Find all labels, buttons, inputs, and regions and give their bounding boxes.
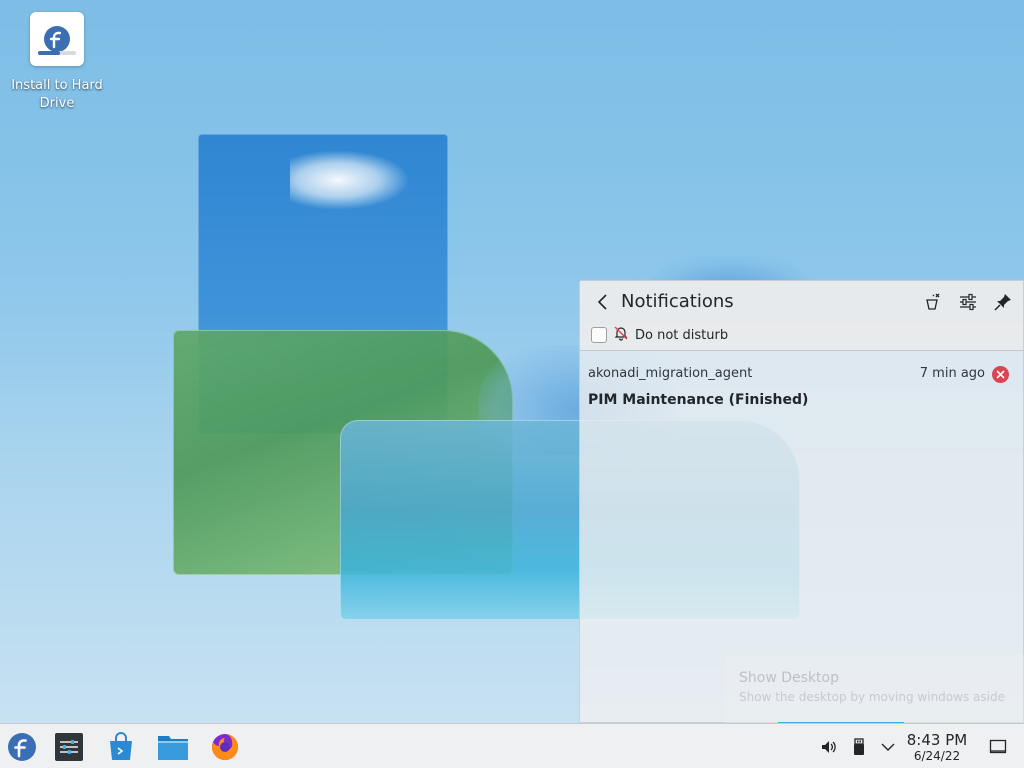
close-icon[interactable] xyxy=(992,366,1009,383)
digital-clock[interactable]: 8:43 PM 6/24/22 xyxy=(901,731,973,764)
desktop-icon-install[interactable]: Install to Hard Drive xyxy=(8,12,106,113)
notification-app-name: akonadi_migration_agent xyxy=(588,366,753,381)
notifications-title: Notifications xyxy=(621,291,734,312)
do-not-disturb-label: Do not disturb xyxy=(635,327,729,343)
tooltip-title: Show Desktop xyxy=(739,670,839,686)
show-desktop-icon[interactable] xyxy=(988,737,1008,757)
fedora-installer-icon xyxy=(30,12,84,66)
settings-sliders-icon[interactable] xyxy=(52,730,86,764)
do-not-disturb-row[interactable]: Do not disturb xyxy=(591,325,728,345)
notification-time: 7 min ago xyxy=(919,366,985,381)
chevron-down-icon[interactable] xyxy=(878,737,898,757)
show-desktop-tooltip: Show Desktop Show the desktop by moving … xyxy=(725,655,1024,723)
speaker-icon[interactable] xyxy=(819,737,839,757)
store-bag-icon[interactable] xyxy=(104,730,138,764)
bell-disabled-icon xyxy=(613,325,629,345)
configure-icon[interactable] xyxy=(957,291,979,313)
notifications-header: Notifications Do not disturb xyxy=(580,281,1023,351)
folder-icon[interactable] xyxy=(156,730,190,764)
notification-item[interactable]: akonadi_migration_agent 7 min ago PIM Ma… xyxy=(580,351,1023,421)
clock-time: 8:43 PM xyxy=(906,731,968,749)
tooltip-subtitle: Show the desktop by moving windows aside xyxy=(739,690,1005,704)
wallpaper-cloud xyxy=(290,150,410,210)
pin-icon[interactable] xyxy=(992,291,1014,313)
do-not-disturb-checkbox[interactable] xyxy=(591,327,607,343)
fedora-logo-icon[interactable] xyxy=(5,730,39,764)
desktop-icon-label: Install to Hard Drive xyxy=(11,78,103,111)
notification-summary: PIM Maintenance (Finished) xyxy=(588,392,809,408)
clear-all-icon[interactable] xyxy=(922,291,944,313)
firefox-icon[interactable] xyxy=(208,730,242,764)
taskbar: 8:43 PM 6/24/22 xyxy=(0,723,1024,768)
clock-date: 6/24/22 xyxy=(913,749,961,763)
back-arrow-icon[interactable] xyxy=(592,291,612,313)
usb-icon[interactable] xyxy=(849,737,869,757)
